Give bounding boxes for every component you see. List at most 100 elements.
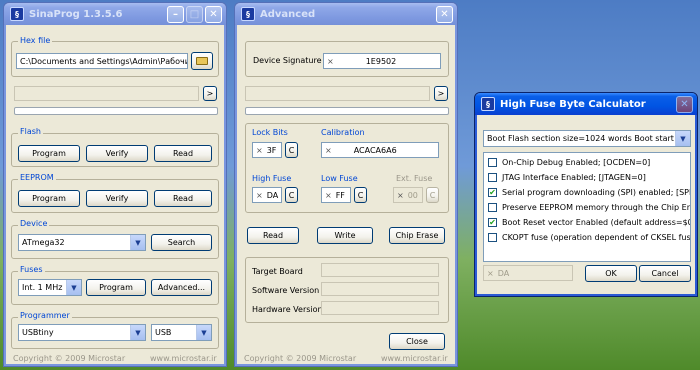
ext-fuse-field: × 00	[393, 187, 423, 203]
ext-fuse-label: Ext. Fuse	[396, 174, 433, 183]
app-icon: §	[241, 7, 255, 21]
advanced-window: § Advanced ✕ Device Signature × 1E9502 >…	[234, 2, 458, 367]
programmer-select[interactable]: USBtiny ▼	[18, 324, 146, 341]
main-arrow-button[interactable]: >	[203, 86, 217, 101]
cancel-button[interactable]: Cancel	[639, 265, 691, 282]
fuse-option-0[interactable]: On-Chip Debug Enabled; [OCDEN=0]	[484, 155, 690, 170]
main-website-link[interactable]: www.microstar.ir	[150, 354, 217, 363]
high-fuse-field[interactable]: × DA	[252, 187, 282, 203]
fuse-option-label: Serial program downloading (SPI) enabled…	[502, 188, 691, 197]
device-signature-field: × 1E9502	[323, 53, 441, 69]
folder-icon	[196, 57, 208, 65]
fuse-option-label: Preserve EEPROM memory through the Chip …	[502, 203, 691, 212]
app-icon: §	[10, 7, 24, 21]
fuses-advanced-button[interactable]: Advanced...	[151, 279, 212, 296]
eeprom-program-button[interactable]: Program	[18, 190, 80, 207]
advanced-website-link[interactable]: www.microstar.ir	[381, 354, 448, 363]
low-fuse-c-button[interactable]: C	[354, 187, 367, 203]
fuses-select[interactable]: Int. 1 MHz ▼	[18, 279, 82, 296]
clear-icon: ×	[325, 145, 332, 155]
calibration-value: ACACA6A6	[353, 145, 397, 155]
chip-erase-button[interactable]: Chip Erase	[389, 227, 445, 244]
lock-bits-label: Lock Bits	[252, 128, 288, 137]
flash-program-button[interactable]: Program	[18, 145, 80, 162]
clear-icon: ×	[487, 268, 494, 278]
high-fuse-c-button[interactable]: C	[285, 187, 298, 203]
fuse-option-4[interactable]: ✔ Boot Reset vector Enabled (default addr…	[484, 215, 690, 230]
minimize-icon[interactable]: –	[167, 5, 184, 23]
chevron-down-icon[interactable]: ▼	[196, 325, 211, 340]
close-button[interactable]: Close	[389, 333, 445, 350]
fuse-option-label: Boot Reset vector Enabled (default addre…	[502, 218, 691, 227]
hardware-version-field	[321, 301, 439, 315]
fuses-program-button[interactable]: Program	[86, 279, 146, 296]
fuse-option-label: On-Chip Debug Enabled; [OCDEN=0]	[502, 158, 651, 167]
advanced-titlebar[interactable]: § Advanced ✕	[235, 3, 457, 25]
target-board-field	[321, 263, 439, 277]
hardware-version-label: Hardware Version	[252, 305, 323, 314]
chevron-down-icon[interactable]: ▼	[675, 131, 690, 146]
hex-file-path-input[interactable]: C:\Documents and Settings\Admin\Рабочий	[16, 53, 188, 69]
hex-file-label: Hex file	[18, 36, 53, 45]
open-folder-button[interactable]	[191, 52, 213, 70]
device-search-button[interactable]: Search	[151, 234, 212, 251]
device-select[interactable]: ATmega32 ▼	[18, 234, 146, 251]
calculator-titlebar[interactable]: § High Fuse Byte Calculator ✕	[475, 93, 697, 115]
clear-icon: ×	[327, 56, 334, 66]
read-fuses-button[interactable]: Read	[247, 227, 299, 244]
checkbox-1[interactable]	[488, 173, 497, 182]
fuse-option-label: CKOPT fuse (operation dependent of CKSEL…	[502, 233, 691, 242]
low-fuse-field[interactable]: × FF	[321, 187, 351, 203]
close-icon: ✕	[676, 95, 693, 113]
advanced-copyright: Copyright © 2009 Microstar	[244, 354, 357, 363]
eeprom-read-button[interactable]: Read	[154, 190, 212, 207]
flash-label: Flash	[18, 127, 43, 136]
software-version-label: Software Version	[252, 286, 320, 295]
fuse-option-2[interactable]: ✔ Serial program downloading (SPI) enable…	[484, 185, 690, 200]
clear-icon: ×	[256, 145, 263, 155]
advanced-status-field	[245, 86, 430, 101]
calculator-title: High Fuse Byte Calculator	[500, 98, 646, 110]
software-version-field	[321, 282, 439, 296]
checkbox-0[interactable]	[488, 158, 497, 167]
checkbox-3[interactable]	[488, 203, 497, 212]
eeprom-verify-button[interactable]: Verify	[86, 190, 148, 207]
advanced-progress-bar	[245, 107, 449, 115]
high-fuse-calculator-window: § High Fuse Byte Calculator ✕ Boot Flash…	[474, 92, 698, 297]
low-fuse-label: Low Fuse	[321, 174, 358, 183]
calibration-field: × ACACA6A6	[321, 142, 439, 158]
sinaprog-titlebar[interactable]: § SinaProg 1.3.5.6 – □ ✕	[4, 3, 226, 25]
main-progress-bar	[14, 107, 218, 115]
eeprom-label: EEPROM	[18, 173, 56, 182]
close-icon[interactable]: ✕	[205, 5, 222, 23]
checkbox-5[interactable]	[488, 233, 497, 242]
fuse-checkbox-list: On-Chip Debug Enabled; [OCDEN=0] JTAG In…	[483, 152, 691, 262]
advanced-title: Advanced	[260, 8, 316, 20]
close-icon[interactable]: ✕	[436, 5, 453, 23]
calibration-label: Calibration	[321, 128, 365, 137]
ok-button[interactable]: OK	[585, 265, 637, 282]
checkbox-2[interactable]: ✔	[488, 188, 497, 197]
write-fuses-button[interactable]: Write	[317, 227, 373, 244]
fuse-option-5[interactable]: CKOPT fuse (operation dependent of CKSEL…	[484, 230, 690, 245]
port-select[interactable]: USB ▼	[151, 324, 212, 341]
lock-bits-field[interactable]: × 3F	[252, 142, 282, 158]
boot-size-select[interactable]: Boot Flash section size=1024 words Boot …	[483, 130, 691, 147]
chevron-down-icon[interactable]: ▼	[66, 280, 81, 295]
fuses-select-value: Int. 1 MHz	[22, 283, 63, 292]
window-title: SinaProg 1.3.5.6	[29, 8, 123, 20]
ext-fuse-value: 00	[407, 190, 418, 200]
advanced-arrow-button[interactable]: >	[434, 86, 448, 101]
main-status-field	[14, 86, 199, 101]
flash-verify-button[interactable]: Verify	[86, 145, 148, 162]
device-signature-label: Device Signature	[253, 56, 322, 65]
fuse-option-3[interactable]: Preserve EEPROM memory through the Chip …	[484, 200, 690, 215]
sinaprog-window: § SinaProg 1.3.5.6 – □ ✕ Hex file C:\Doc…	[3, 2, 227, 367]
checkbox-4[interactable]: ✔	[488, 218, 497, 227]
chevron-down-icon[interactable]: ▼	[130, 235, 145, 250]
fuse-option-label: JTAG Interface Enabled; [JTAGEN=0]	[502, 173, 646, 182]
fuse-option-1[interactable]: JTAG Interface Enabled; [JTAGEN=0]	[484, 170, 690, 185]
lock-bits-c-button[interactable]: C	[285, 142, 298, 158]
chevron-down-icon[interactable]: ▼	[130, 325, 145, 340]
flash-read-button[interactable]: Read	[154, 145, 212, 162]
